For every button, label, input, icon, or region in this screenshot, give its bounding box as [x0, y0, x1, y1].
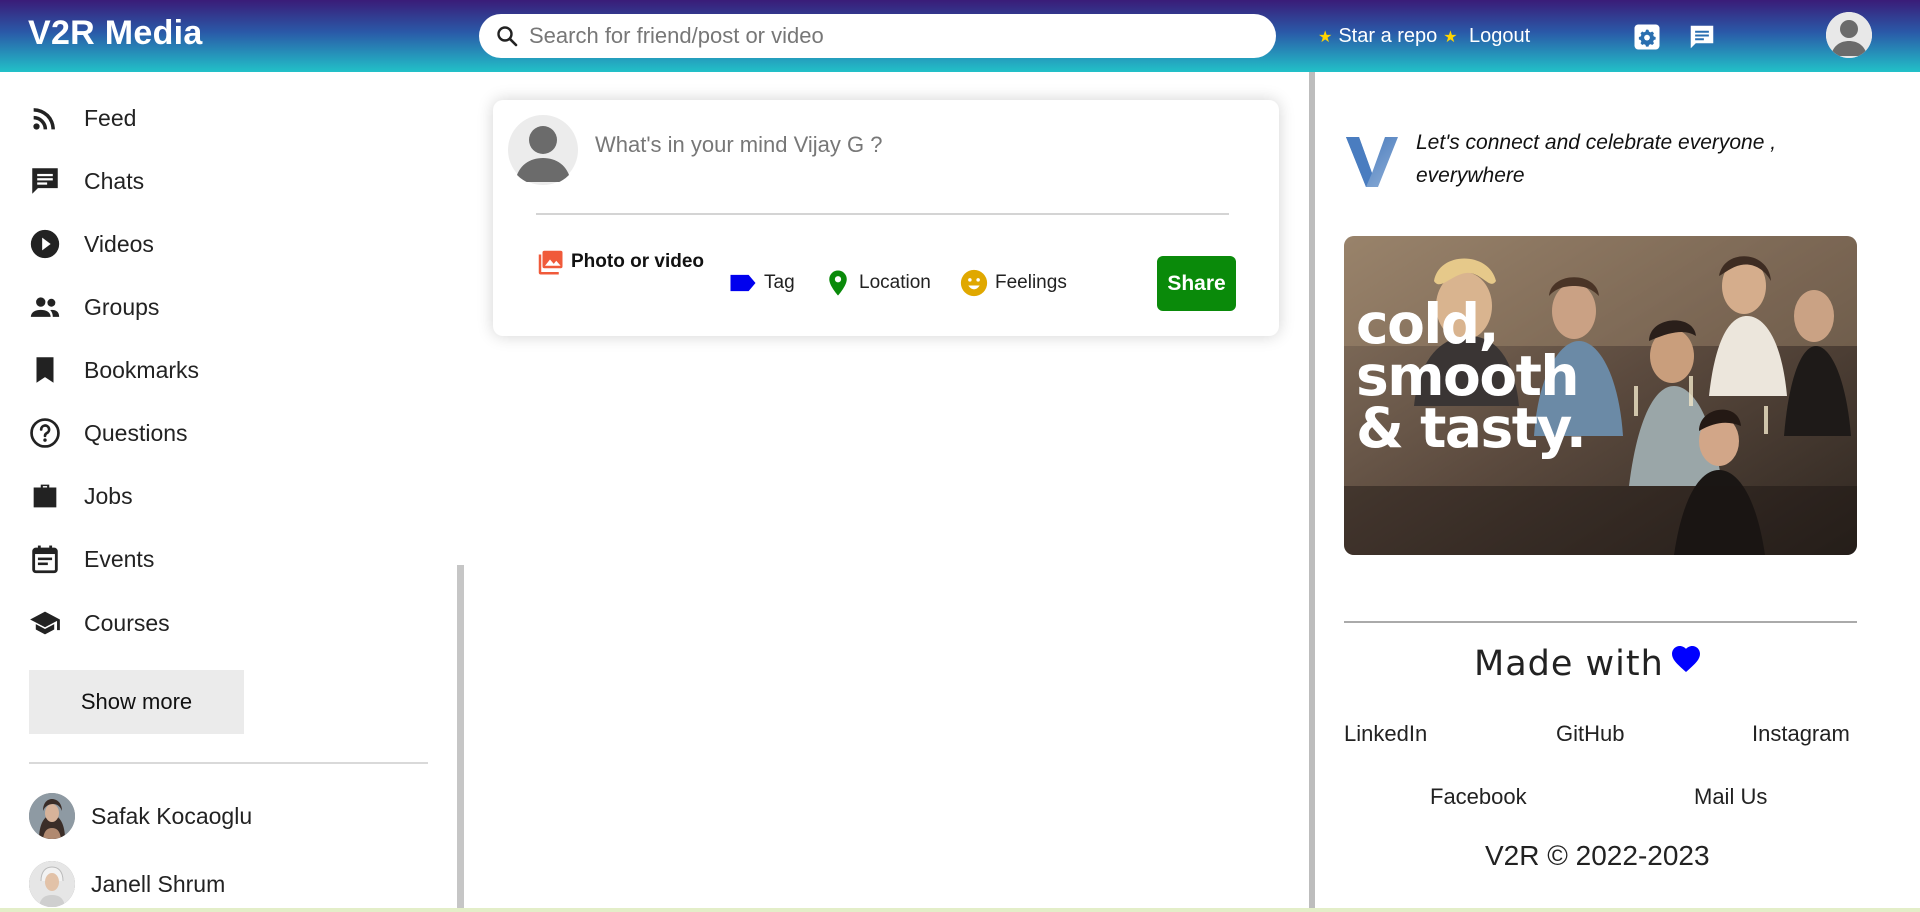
promo-line1: cold,	[1356, 292, 1500, 356]
photo-library-icon	[538, 250, 563, 275]
friend-item[interactable]: Safak Kocaoglu	[29, 793, 252, 839]
star-repo-link[interactable]: ★ Star a repo ★	[1318, 25, 1458, 48]
mail-us-link[interactable]: Mail Us	[1694, 784, 1767, 810]
tagline-line2: everywhere	[1416, 164, 1525, 187]
friend-avatar	[29, 861, 75, 907]
search-icon	[497, 26, 518, 47]
promo-line2: smooth	[1356, 344, 1580, 408]
photo-video-label: Photo or video	[571, 251, 704, 272]
avatar-icon	[29, 861, 75, 907]
location-option[interactable]: Location	[823, 268, 931, 298]
friend-name: Safak Kocaoglu	[91, 802, 253, 829]
chat-icon	[32, 168, 58, 194]
left-sidebar: Feed Chats Videos Groups Bookmarks Quest…	[0, 72, 460, 912]
briefcase-icon	[33, 484, 57, 508]
user-avatar[interactable]	[1826, 12, 1872, 58]
school-icon	[30, 611, 60, 635]
create-post-card: Photo or video Tag Location Feelings Sha…	[493, 100, 1279, 336]
help-circle-icon	[30, 418, 60, 448]
friend-item[interactable]: Janell Shrum	[29, 861, 225, 907]
location-pin-icon	[829, 270, 847, 296]
photo-video-option[interactable]: Photo or video	[535, 247, 704, 277]
sidebar-item-groups[interactable]: Groups	[28, 287, 159, 327]
label-tag-icon	[730, 274, 756, 292]
calendar-icon	[32, 545, 58, 574]
made-with-label: Made with	[1474, 644, 1664, 684]
rss-feed-icon	[33, 108, 55, 130]
chat-icon[interactable]	[1687, 22, 1717, 52]
sidebar-divider	[29, 762, 428, 764]
share-button[interactable]: Share	[1157, 256, 1236, 311]
linkedin-link[interactable]: LinkedIn	[1344, 721, 1427, 747]
group-icon	[30, 297, 60, 317]
tag-label: Tag	[764, 272, 795, 293]
right-divider	[1344, 621, 1857, 623]
search-bar[interactable]	[479, 14, 1276, 58]
promo-image: cold, smooth & tasty.	[1344, 236, 1857, 555]
tag-option[interactable]: Tag	[728, 268, 795, 298]
sidebar-item-questions[interactable]: Questions	[28, 413, 188, 453]
github-link[interactable]: GitHub	[1556, 721, 1624, 747]
made-with: Made with	[1474, 644, 1702, 684]
facebook-link[interactable]: Facebook	[1430, 784, 1527, 810]
sidebar-item-label: Feed	[84, 104, 137, 131]
sidebar-item-label: Courses	[84, 609, 170, 636]
sidebar-scrollbar[interactable]	[457, 565, 464, 912]
app-logo[interactable]: V2R Media	[28, 14, 203, 53]
sidebar-item-bookmarks[interactable]: Bookmarks	[28, 350, 199, 390]
feelings-option[interactable]: Feelings	[959, 268, 1067, 298]
logout-link[interactable]: Logout	[1469, 25, 1530, 48]
sidebar-item-videos[interactable]: Videos	[28, 224, 154, 264]
sidebar-item-label: Jobs	[84, 482, 133, 509]
star-repo-label: Star a repo	[1338, 25, 1438, 47]
heart-icon	[1671, 646, 1700, 672]
promo-text: cold, smooth & tasty.	[1356, 292, 1587, 460]
star-icon: ★	[1443, 28, 1458, 46]
feelings-label: Feelings	[995, 272, 1067, 293]
show-more-button[interactable]: Show more	[29, 670, 244, 734]
bookmark-icon	[36, 357, 54, 383]
smiley-icon	[960, 269, 988, 297]
brand-v-logo	[1346, 137, 1398, 187]
play-circle-icon	[30, 229, 60, 259]
center-right-divider	[1309, 72, 1315, 912]
promo-line3: & tasty.	[1356, 396, 1587, 460]
sidebar-item-jobs[interactable]: Jobs	[28, 476, 133, 516]
friend-name: Janell Shrum	[91, 870, 226, 897]
post-input[interactable]	[595, 132, 1235, 158]
friend-avatar	[29, 793, 75, 839]
sidebar-item-label: Videos	[84, 230, 154, 257]
tagline: Let's connect and celebrate everyone , e…	[1416, 126, 1816, 192]
sidebar-item-label: Groups	[84, 293, 160, 320]
sidebar-item-courses[interactable]: Courses	[28, 603, 170, 643]
post-divider	[536, 213, 1229, 215]
avatar-icon	[1826, 12, 1872, 58]
sidebar-item-chats[interactable]: Chats	[28, 161, 144, 201]
instagram-link[interactable]: Instagram	[1752, 721, 1850, 747]
tagline-line1: Let's connect and celebrate everyone ,	[1416, 131, 1777, 154]
sidebar-item-label: Events	[84, 545, 155, 572]
avatar-icon	[508, 115, 578, 185]
copyright: V2R © 2022-2023	[1485, 840, 1710, 871]
sidebar-item-label: Bookmarks	[84, 356, 200, 383]
sidebar-item-feed[interactable]: Feed	[28, 98, 136, 138]
sidebar-item-events[interactable]: Events	[28, 539, 154, 579]
top-bar: V2R Media ★ Star a repo ★ Logout	[0, 0, 1920, 72]
user-avatar[interactable]	[507, 114, 579, 186]
star-icon: ★	[1318, 28, 1333, 46]
sidebar-item-label: Chats	[84, 167, 145, 194]
search-input[interactable]	[529, 23, 1249, 49]
settings-icon[interactable]	[1632, 22, 1662, 52]
location-label: Location	[859, 272, 931, 293]
bottom-strip	[0, 908, 1920, 912]
sidebar-item-label: Questions	[84, 419, 188, 446]
avatar-icon	[29, 793, 75, 839]
